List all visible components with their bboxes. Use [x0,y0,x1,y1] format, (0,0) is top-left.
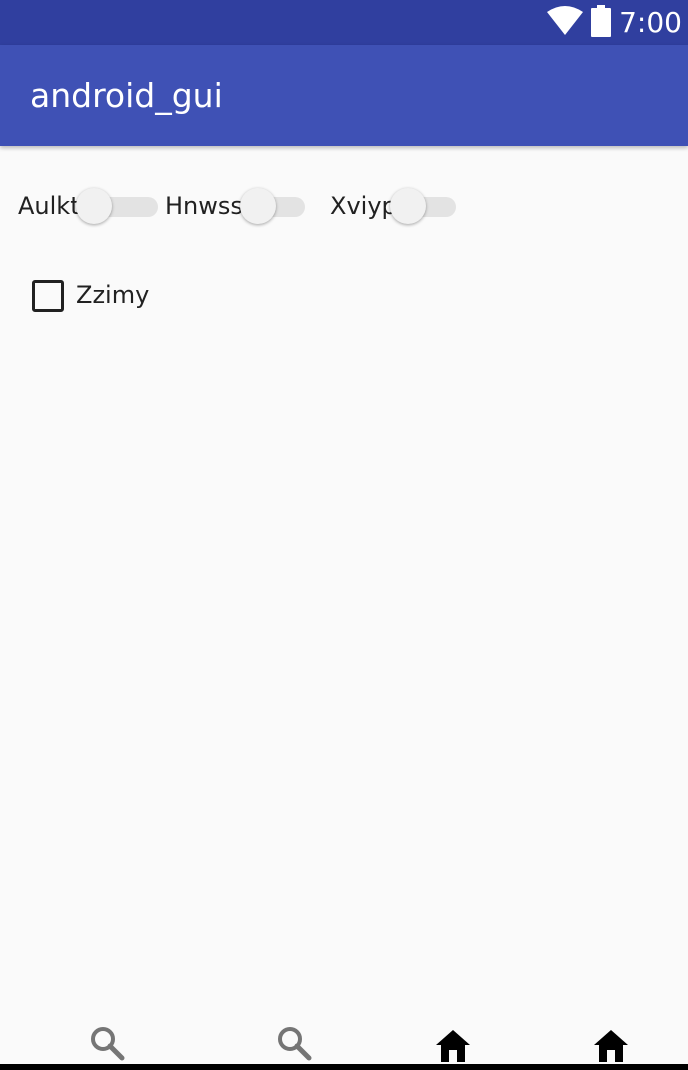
battery-icon [591,4,612,41]
switch-label: Aulkt [18,192,80,220]
wifi-icon [547,5,584,40]
switch-thumb[interactable] [240,188,276,224]
search-icon[interactable] [88,1024,128,1064]
checkbox-box[interactable] [32,280,64,312]
screen: 7:00 android_gui Aulkt Hnwss Xviyp Zzimy [0,0,688,1070]
home-icon[interactable] [433,1024,473,1064]
app-bar: android_gui [0,45,688,146]
switch-xviyp[interactable]: Xviyp [330,184,458,228]
search-icon[interactable] [275,1024,315,1064]
status-icons: 7:00 [547,0,682,45]
switch-hnwss[interactable]: Hnwss [165,184,307,228]
status-bar: 7:00 [0,0,688,45]
switch-thumb[interactable] [390,188,426,224]
system-nav-bar [0,1064,688,1070]
status-time: 7:00 [619,6,682,39]
home-icon[interactable] [591,1024,631,1064]
switch-thumb[interactable] [76,188,112,224]
bottom-nav [0,1020,688,1064]
app-title: android_gui [30,76,223,115]
switch-label: Hnwss [165,192,243,220]
switch-label: Xviyp [330,192,397,220]
checkbox-label: Zzimy [76,281,150,309]
switch-aulkt[interactable]: Aulkt [18,184,158,228]
